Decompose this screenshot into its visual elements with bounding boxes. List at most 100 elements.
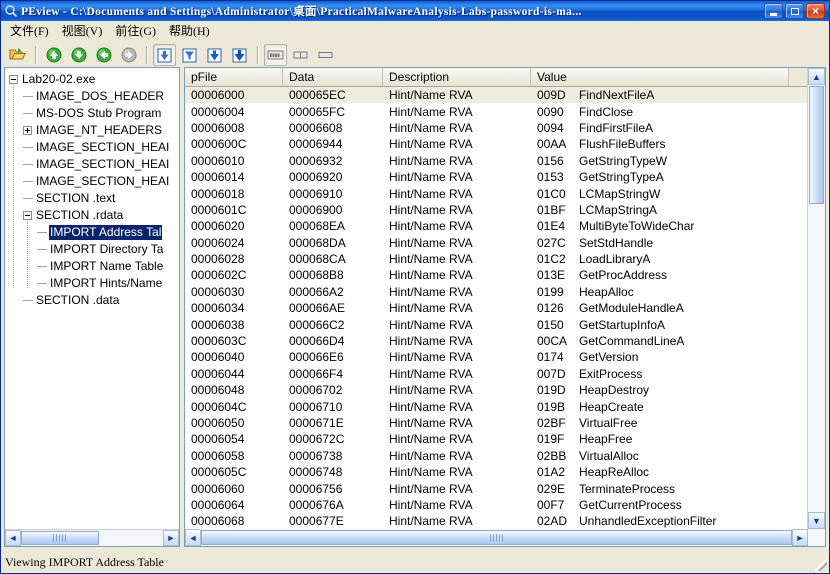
nav-back-button[interactable] xyxy=(92,44,115,66)
tree-branch-icon xyxy=(37,245,47,254)
tree-item[interactable]: SECTION .data xyxy=(9,292,179,309)
table-row[interactable]: 0000602C 000068B8 Hint/Name RVA 013E GetProc… xyxy=(185,267,808,283)
tree-hscrollbar[interactable]: ◄ ► xyxy=(5,529,179,546)
list-scroll-left-arrow-icon[interactable]: ◄ xyxy=(185,529,201,546)
cell-description: Hint/Name RVA xyxy=(389,481,473,496)
column-description[interactable]: Description xyxy=(383,68,531,86)
list-hscroll-thumb[interactable] xyxy=(201,530,792,545)
view-filter-button[interactable] xyxy=(178,44,201,66)
cell-value-hint: 0156 xyxy=(537,153,564,168)
tree-item[interactable]: IMPORT Address Tal xyxy=(9,224,179,241)
tree-item[interactable]: IMAGE_DOS_HEADER xyxy=(9,88,179,105)
table-row[interactable]: 00006040 000066E6 Hint/Name RVA 0174 GetVers… xyxy=(185,349,808,365)
table-row[interactable]: 00006018 00006910 Hint/Name RVA 01C0 LCMapSt… xyxy=(185,185,808,201)
maximize-button[interactable] xyxy=(785,3,804,19)
tree-collapse-icon[interactable] xyxy=(9,75,18,84)
menu-view[interactable]: 视图(V) xyxy=(56,22,110,40)
view-jump-button[interactable] xyxy=(228,44,251,66)
column-data[interactable]: Data xyxy=(283,68,383,86)
display-dwords-button[interactable] xyxy=(314,44,337,66)
cell-value-name: VirtualFree xyxy=(579,416,638,430)
cell-description: Hint/Name RVA xyxy=(389,514,473,529)
tree-item-label: IMPORT Address Tal xyxy=(49,225,163,240)
table-row[interactable]: 00006010 00006932 Hint/Name RVA 0156 GetStri… xyxy=(185,153,808,169)
table-row[interactable]: 00006030 000066A2 Hint/Name RVA 0199 HeapAll… xyxy=(185,284,808,300)
table-row[interactable]: 00006054 0000672C Hint/Name RVA 019F HeapFre… xyxy=(185,431,808,447)
resize-grip-icon[interactable] xyxy=(815,559,827,571)
list-vscroll-thumb[interactable] xyxy=(809,86,824,204)
cell-data: 000066AE xyxy=(289,301,346,316)
tree-item[interactable]: SECTION .text xyxy=(9,190,179,207)
view-struct-button[interactable] xyxy=(203,44,226,66)
table-row[interactable]: 0000604C 00006710 Hint/Name RVA 019B HeapCre… xyxy=(185,398,808,414)
column-value[interactable]: Value xyxy=(531,68,789,86)
list-vscrollbar[interactable]: ▲ ▼ xyxy=(807,68,825,546)
nav-down-button[interactable] xyxy=(67,44,90,66)
table-row[interactable]: 00006024 000068DA Hint/Name RVA 027C SetStdH… xyxy=(185,235,808,251)
nav-forward-button[interactable] xyxy=(117,44,140,66)
nav-up-button[interactable] xyxy=(42,44,65,66)
scroll-up-arrow-icon[interactable]: ▲ xyxy=(808,68,825,85)
scroll-down-arrow-icon[interactable]: ▼ xyxy=(808,512,825,529)
table-row[interactable]: 00006064 0000676A Hint/Name RVA 00F7 GetCurr… xyxy=(185,497,808,513)
table-row[interactable]: 00006008 00006608 Hint/Name RVA 0094 FindFir… xyxy=(185,120,808,136)
cell-value: 01A2 HeapReAlloc xyxy=(531,465,789,479)
display-bytes-button[interactable] xyxy=(264,44,287,66)
tree-item[interactable]: IMPORT Name Table xyxy=(9,258,179,275)
minimize-button[interactable] xyxy=(764,3,783,19)
view-hex-button[interactable] xyxy=(153,44,176,66)
tree-item[interactable]: Lab20-02.exe xyxy=(9,71,179,88)
close-icon: × xyxy=(811,4,819,18)
tree-item[interactable]: IMAGE_SECTION_HEAI xyxy=(9,173,179,190)
table-row[interactable]: 00006050 0000671E Hint/Name RVA 02BF Virtual… xyxy=(185,415,808,431)
list-hscroll-track[interactable] xyxy=(201,529,792,546)
cell-description: Hint/Name RVA xyxy=(389,465,473,480)
tree-item[interactable]: IMAGE_SECTION_HEAI xyxy=(9,139,179,156)
scroll-right-arrow-icon[interactable]: ► xyxy=(163,530,179,546)
list-hscrollbar[interactable]: ◄ ► xyxy=(185,529,808,546)
scroll-left-arrow-icon[interactable]: ◄ xyxy=(5,530,21,546)
tree-hscroll-thumb[interactable] xyxy=(21,531,99,545)
table-row[interactable]: 00006000 000065EC Hint/Name RVA 009D FindNex… xyxy=(185,87,808,104)
menu-file[interactable]: 文件(F) xyxy=(4,22,56,40)
table-row[interactable]: 0000605C 00006748 Hint/Name RVA 01A2 HeapReA… xyxy=(185,464,808,480)
table-row[interactable]: 0000603C 000066D4 Hint/Name RVA 00CA GetComm… xyxy=(185,333,808,349)
tree-item[interactable]: IMAGE_NT_HEADERS xyxy=(9,122,179,139)
column-pfile[interactable]: pFile xyxy=(185,68,283,86)
tree-item[interactable]: MS-DOS Stub Program xyxy=(9,105,179,122)
table-row[interactable]: 00006044 000066F4 Hint/Name RVA 007D ExitPro… xyxy=(185,366,808,382)
cell-value: 0156 GetStringTypeW xyxy=(531,154,789,168)
table-row[interactable]: 00006028 000068CA Hint/Name RVA 01C2 LoadLib… xyxy=(185,251,808,267)
table-row[interactable]: 00006038 000066C2 Hint/Name RVA 0150 GetStar… xyxy=(185,316,808,332)
table-row[interactable]: 00006034 000066AE Hint/Name RVA 0126 GetModu… xyxy=(185,300,808,316)
table-row[interactable]: 00006058 00006738 Hint/Name RVA 02BB Virtual… xyxy=(185,448,808,464)
tree-item[interactable]: IMPORT Directory Ta xyxy=(9,241,179,258)
table-row[interactable]: 00006048 00006702 Hint/Name RVA 019D HeapDes… xyxy=(185,382,808,398)
list-scroll-right-arrow-icon[interactable]: ► xyxy=(792,529,808,546)
menu-help[interactable]: 帮助(H) xyxy=(163,22,217,40)
cell-description: Hint/Name RVA xyxy=(389,120,473,135)
open-file-button[interactable] xyxy=(6,44,29,66)
cell-value: 00F7 GetCurrentProcess xyxy=(531,498,789,512)
table-row[interactable]: 00006068 0000677E Hint/Name RVA 02AD Unhandl… xyxy=(185,513,808,529)
table-row[interactable]: 00006014 00006920 Hint/Name RVA 0153 GetStri… xyxy=(185,169,808,185)
tree-view[interactable]: Lab20-02.exe IMAGE_DOS_HEADER MS-DOS Stub … xyxy=(5,68,179,530)
tree-item[interactable]: SECTION .rdata xyxy=(9,207,179,224)
tree-item[interactable]: IMPORT Hints/Name xyxy=(9,275,179,292)
list-body[interactable]: 00006000 000065EC Hint/Name RVA 009D FindNex… xyxy=(185,87,808,529)
tree-collapse-icon[interactable] xyxy=(23,211,32,220)
table-row[interactable]: 00006020 000068EA Hint/Name RVA 01E4 MultiBy… xyxy=(185,218,808,234)
display-words-button[interactable] xyxy=(289,44,312,66)
column-header-label: Value xyxy=(537,70,567,84)
tree-item[interactable]: IMAGE_SECTION_HEAI xyxy=(9,156,179,173)
cell-value-name: GetStringTypeA xyxy=(579,170,664,185)
menu-goto[interactable]: 前往(G) xyxy=(109,22,163,40)
table-row[interactable]: 00006004 000065FC Hint/Name RVA 0090 FindClo… xyxy=(185,103,808,119)
tree-hscroll-track[interactable] xyxy=(21,530,163,546)
column-header-label: Description xyxy=(389,70,450,84)
close-button[interactable]: × xyxy=(806,3,825,19)
table-row[interactable]: 0000600C 00006944 Hint/Name RVA 00AA FlushFi… xyxy=(185,136,808,152)
table-row[interactable]: 00006060 00006756 Hint/Name RVA 029E Termina… xyxy=(185,480,808,496)
tree-expand-icon[interactable] xyxy=(23,126,32,135)
table-row[interactable]: 0000601C 00006900 Hint/Name RVA 01BF LCMapSt… xyxy=(185,202,808,218)
